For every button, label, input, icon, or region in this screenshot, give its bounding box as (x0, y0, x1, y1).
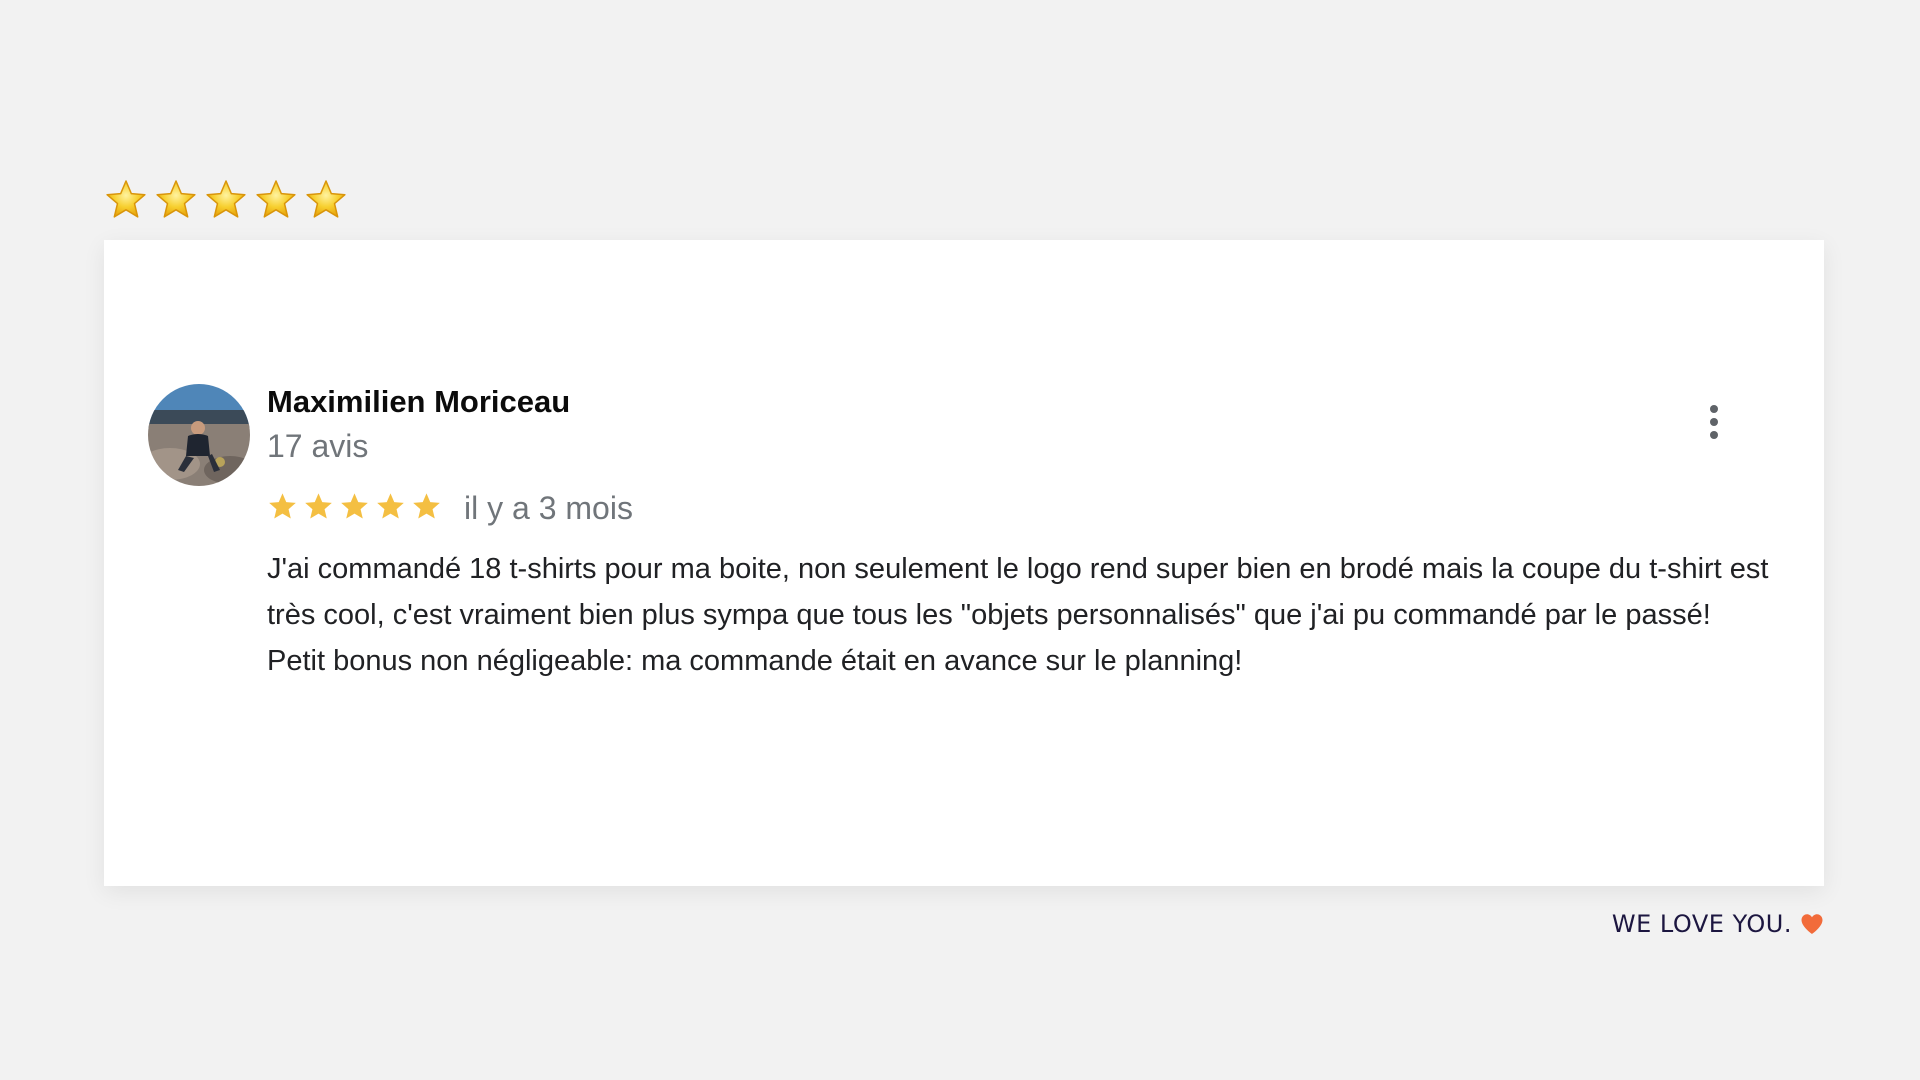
stage: Maximilien Moriceau 17 avis il y a 3 moi… (0, 0, 1920, 1080)
more-vertical-icon (1710, 405, 1718, 439)
rating-row: il y a 3 mois (267, 488, 633, 526)
star-icon (269, 493, 296, 519)
star-emoji-icon (206, 180, 246, 218)
star-emoji-icon (156, 180, 196, 218)
star-icon (305, 493, 332, 519)
star-icon (413, 493, 440, 519)
review-text: J'ai commandé 18 t-shirts pour ma boite,… (267, 546, 1807, 684)
star-emoji-icon (256, 180, 296, 218)
rating-stars (267, 491, 442, 522)
avatar-photo (148, 384, 250, 486)
star-icon (341, 493, 368, 519)
star-icon (377, 493, 404, 519)
review-count: 17 avis (267, 428, 369, 464)
top-rating-stars (104, 178, 348, 222)
star-emoji-icon (106, 180, 146, 218)
review-text-paragraph: Petit bonus non négligeable: ma commande… (267, 645, 1243, 677)
tagline-text: WE LOVE YOU. (1611, 910, 1792, 938)
author-name[interactable]: Maximilien Moriceau (267, 384, 570, 420)
more-options-button[interactable] (1700, 400, 1728, 444)
heart-icon (1800, 913, 1824, 935)
tagline: WE LOVE YOU. (1612, 910, 1824, 938)
star-emoji-icon (306, 180, 346, 218)
review-card: Maximilien Moriceau 17 avis il y a 3 moi… (104, 240, 1824, 886)
review-text-paragraph: J'ai commandé 18 t-shirts pour ma boite,… (267, 553, 1769, 631)
avatar[interactable] (148, 384, 250, 486)
review-date: il y a 3 mois (464, 490, 633, 526)
